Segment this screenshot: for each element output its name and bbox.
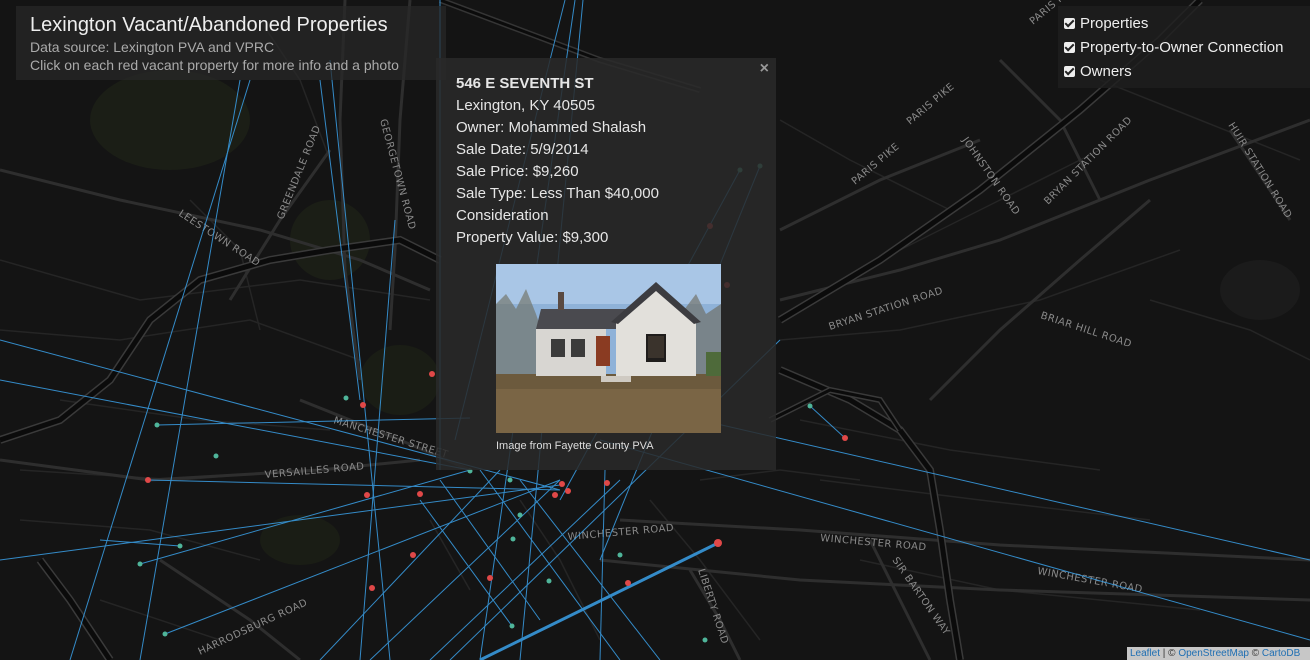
layer-label: Properties	[1080, 14, 1149, 32]
data-source-text: Data source: Lexington PVA and VPRC	[30, 39, 275, 55]
property-city: Lexington, KY 40505	[456, 97, 596, 114]
sale-date: Sale Date: 5/9/2014	[456, 141, 589, 158]
sale-type: Sale Type: Less Than $40,000	[456, 185, 659, 202]
road-label: BRIAR HILL ROAD	[1039, 310, 1133, 350]
road-label: MANCHESTER STREET	[332, 415, 450, 461]
sale-price: Sale Price: $9,260	[456, 163, 579, 180]
house-photo	[496, 264, 721, 433]
checkbox-icon[interactable]	[1064, 41, 1075, 53]
layer-toggle-connections[interactable]: Property-to-Owner Connection	[1064, 36, 1283, 58]
road-label: PARIS PIKE	[905, 81, 957, 127]
leaflet-link[interactable]: Leaflet	[1130, 648, 1160, 659]
layer-toggle-properties[interactable]: Properties	[1064, 12, 1148, 34]
layer-control: Properties Property-to-Owner Connection …	[1058, 6, 1310, 88]
carto-link[interactable]: CartoDB	[1262, 648, 1300, 659]
road-label: HUIR STATION ROAD	[1225, 121, 1293, 221]
osm-link[interactable]: OpenStreetMap	[1178, 648, 1249, 659]
property-popup: × 546 E SEVENTH ST Lexington, KY 40505 O…	[436, 58, 776, 470]
checkbox-icon[interactable]	[1064, 17, 1075, 29]
property-value: Property Value: $9,300	[456, 229, 609, 246]
map-attribution: Leaflet | © OpenStreetMap © CartoDB	[1127, 647, 1310, 660]
layer-label: Owners	[1080, 62, 1132, 80]
title-panel: Lexington Vacant/Abandoned Properties Da…	[16, 6, 446, 80]
road-label: LEESTOWN ROAD	[176, 208, 261, 269]
layer-toggle-owners[interactable]: Owners	[1064, 60, 1132, 82]
checkbox-icon[interactable]	[1064, 65, 1075, 77]
road-label: VERSAILLES ROAD	[264, 461, 365, 481]
close-icon[interactable]: ×	[760, 60, 769, 78]
road-label: BRYAN STATION ROAD	[828, 285, 945, 332]
property-address: 546 E SEVENTH ST	[456, 75, 594, 92]
attribution-separator: | ©	[1160, 648, 1179, 659]
road-label: WINCHESTER ROAD	[567, 523, 674, 543]
road-label: LIBERTY ROAD	[695, 568, 730, 646]
sale-type-cont: Consideration	[456, 207, 549, 224]
instructions-text: Click on each red vacant property for mo…	[30, 57, 399, 73]
road-label: HARRODSBURG ROAD	[197, 597, 310, 657]
page-title: Lexington Vacant/Abandoned Properties	[30, 14, 388, 36]
property-owner: Owner: Mohammed Shalash	[456, 119, 647, 136]
photo-caption: Image from Fayette County PVA	[496, 440, 654, 452]
layer-label: Property-to-Owner Connection	[1080, 38, 1284, 56]
attribution-carto-prefix: ©	[1248, 648, 1262, 659]
